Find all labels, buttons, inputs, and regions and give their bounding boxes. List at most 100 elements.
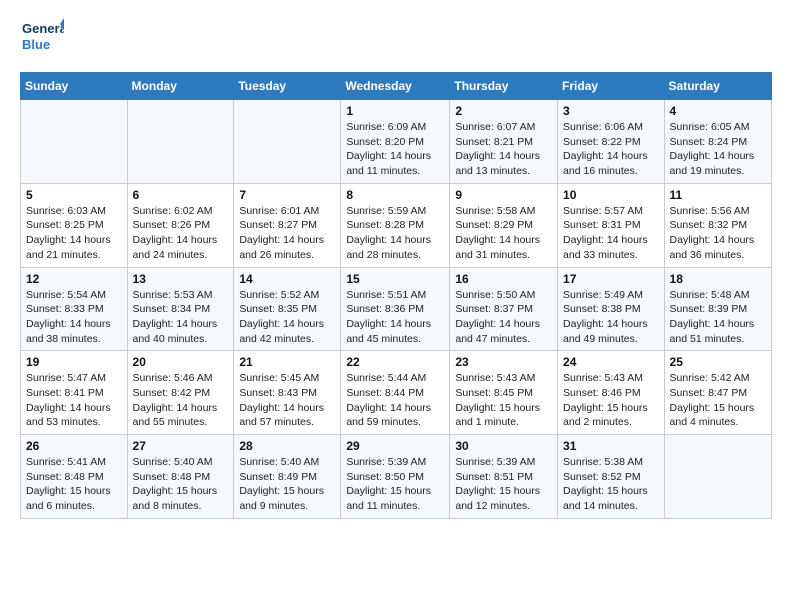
day-cell: 23 Sunrise: 5:43 AMSunset: 8:45 PMDayligh… <box>450 351 558 435</box>
day-cell: 19 Sunrise: 5:47 AMSunset: 8:41 PMDayligh… <box>21 351 128 435</box>
col-header-tuesday: Tuesday <box>234 73 341 100</box>
day-number: 17 <box>563 272 659 286</box>
day-cell: 28 Sunrise: 5:40 AMSunset: 8:49 PMDayligh… <box>234 435 341 519</box>
day-cell: 25 Sunrise: 5:42 AMSunset: 8:47 PMDayligh… <box>664 351 771 435</box>
day-cell: 16Sunrise: 5:50 AMSunset: 8:37 PMDayligh… <box>450 267 558 351</box>
logo-svg: General Blue <box>20 16 64 60</box>
day-cell: 21 Sunrise: 5:45 AMSunset: 8:43 PMDayligh… <box>234 351 341 435</box>
col-header-friday: Friday <box>558 73 665 100</box>
day-cell: 2 Sunrise: 6:07 AMSunset: 8:21 PMDaylight… <box>450 100 558 184</box>
day-info: Sunrise: 5:41 AMSunset: 8:48 PMDaylight:… <box>26 455 122 514</box>
day-info: Sunrise: 6:03 AMSunset: 8:25 PMDaylight:… <box>26 204 122 263</box>
day-number: 31 <box>563 439 659 453</box>
day-cell: 1Sunrise: 6:09 AMSunset: 8:20 PMDaylight… <box>341 100 450 184</box>
day-cell: 10 Sunrise: 5:57 AMSunset: 8:31 PMDayligh… <box>558 183 665 267</box>
day-number: 1 <box>346 104 444 118</box>
col-header-sunday: Sunday <box>21 73 128 100</box>
day-cell <box>127 100 234 184</box>
day-number: 16 <box>455 272 552 286</box>
day-cell: 30 Sunrise: 5:39 AMSunset: 8:51 PMDayligh… <box>450 435 558 519</box>
day-number: 29 <box>346 439 444 453</box>
day-cell: 26 Sunrise: 5:41 AMSunset: 8:48 PMDayligh… <box>21 435 128 519</box>
day-cell <box>234 100 341 184</box>
day-cell: 22 Sunrise: 5:44 AMSunset: 8:44 PMDayligh… <box>341 351 450 435</box>
day-number: 14 <box>239 272 335 286</box>
day-info: Sunrise: 5:51 AMSunset: 8:36 PMDaylight:… <box>346 288 444 347</box>
day-number: 8 <box>346 188 444 202</box>
day-cell: 12 Sunrise: 5:54 AMSunset: 8:33 PMDayligh… <box>21 267 128 351</box>
day-number: 6 <box>133 188 229 202</box>
col-header-monday: Monday <box>127 73 234 100</box>
day-cell: 18Sunrise: 5:48 AMSunset: 8:39 PMDayligh… <box>664 267 771 351</box>
day-number: 5 <box>26 188 122 202</box>
header-row: SundayMondayTuesdayWednesdayThursdayFrid… <box>21 73 772 100</box>
day-info: Sunrise: 5:39 AMSunset: 8:51 PMDaylight:… <box>455 455 552 514</box>
day-cell: 11Sunrise: 5:56 AMSunset: 8:32 PMDayligh… <box>664 183 771 267</box>
day-number: 7 <box>239 188 335 202</box>
day-number: 25 <box>670 355 766 369</box>
day-cell: 7Sunrise: 6:01 AMSunset: 8:27 PMDaylight… <box>234 183 341 267</box>
day-number: 23 <box>455 355 552 369</box>
day-info: Sunrise: 5:43 AMSunset: 8:45 PMDaylight:… <box>455 371 552 430</box>
day-cell: 6 Sunrise: 6:02 AMSunset: 8:26 PMDaylight… <box>127 183 234 267</box>
col-header-wednesday: Wednesday <box>341 73 450 100</box>
day-cell: 27 Sunrise: 5:40 AMSunset: 8:48 PMDayligh… <box>127 435 234 519</box>
day-number: 10 <box>563 188 659 202</box>
day-cell: 8 Sunrise: 5:59 AMSunset: 8:28 PMDaylight… <box>341 183 450 267</box>
day-info: Sunrise: 6:07 AMSunset: 8:21 PMDaylight:… <box>455 120 552 179</box>
day-number: 28 <box>239 439 335 453</box>
day-cell: 13Sunrise: 5:53 AMSunset: 8:34 PMDayligh… <box>127 267 234 351</box>
logo: General Blue <box>20 16 64 60</box>
day-info: Sunrise: 5:59 AMSunset: 8:28 PMDaylight:… <box>346 204 444 263</box>
day-number: 20 <box>133 355 229 369</box>
svg-text:General: General <box>22 21 64 36</box>
day-cell: 15 Sunrise: 5:51 AMSunset: 8:36 PMDayligh… <box>341 267 450 351</box>
day-info: Sunrise: 5:54 AMSunset: 8:33 PMDaylight:… <box>26 288 122 347</box>
day-number: 3 <box>563 104 659 118</box>
day-number: 2 <box>455 104 552 118</box>
day-number: 19 <box>26 355 122 369</box>
day-cell: 31 Sunrise: 5:38 AMSunset: 8:52 PMDayligh… <box>558 435 665 519</box>
day-cell: 4 Sunrise: 6:05 AMSunset: 8:24 PMDaylight… <box>664 100 771 184</box>
day-info: Sunrise: 5:48 AMSunset: 8:39 PMDaylight:… <box>670 288 766 347</box>
day-cell <box>664 435 771 519</box>
day-cell: 29 Sunrise: 5:39 AMSunset: 8:50 PMDayligh… <box>341 435 450 519</box>
day-info: Sunrise: 5:47 AMSunset: 8:41 PMDaylight:… <box>26 371 122 430</box>
week-row-1: 1Sunrise: 6:09 AMSunset: 8:20 PMDaylight… <box>21 100 772 184</box>
day-number: 27 <box>133 439 229 453</box>
day-number: 24 <box>563 355 659 369</box>
day-number: 4 <box>670 104 766 118</box>
day-info: Sunrise: 6:05 AMSunset: 8:24 PMDaylight:… <box>670 120 766 179</box>
day-number: 21 <box>239 355 335 369</box>
day-cell: 3Sunrise: 6:06 AMSunset: 8:22 PMDaylight… <box>558 100 665 184</box>
day-number: 26 <box>26 439 122 453</box>
svg-text:Blue: Blue <box>22 37 50 52</box>
day-cell: 14Sunrise: 5:52 AMSunset: 8:35 PMDayligh… <box>234 267 341 351</box>
calendar-table: SundayMondayTuesdayWednesdayThursdayFrid… <box>20 72 772 519</box>
day-info: Sunrise: 5:43 AMSunset: 8:46 PMDaylight:… <box>563 371 659 430</box>
day-info: Sunrise: 6:02 AMSunset: 8:26 PMDaylight:… <box>133 204 229 263</box>
day-info: Sunrise: 5:56 AMSunset: 8:32 PMDaylight:… <box>670 204 766 263</box>
day-info: Sunrise: 5:42 AMSunset: 8:47 PMDaylight:… <box>670 371 766 430</box>
day-info: Sunrise: 5:40 AMSunset: 8:49 PMDaylight:… <box>239 455 335 514</box>
day-cell: 20Sunrise: 5:46 AMSunset: 8:42 PMDayligh… <box>127 351 234 435</box>
day-cell: 9Sunrise: 5:58 AMSunset: 8:29 PMDaylight… <box>450 183 558 267</box>
day-info: Sunrise: 5:57 AMSunset: 8:31 PMDaylight:… <box>563 204 659 263</box>
page-header: General Blue <box>20 16 772 60</box>
day-info: Sunrise: 5:39 AMSunset: 8:50 PMDaylight:… <box>346 455 444 514</box>
day-cell <box>21 100 128 184</box>
day-info: Sunrise: 5:45 AMSunset: 8:43 PMDaylight:… <box>239 371 335 430</box>
week-row-2: 5 Sunrise: 6:03 AMSunset: 8:25 PMDaylight… <box>21 183 772 267</box>
day-number: 30 <box>455 439 552 453</box>
day-info: Sunrise: 5:44 AMSunset: 8:44 PMDaylight:… <box>346 371 444 430</box>
day-info: Sunrise: 5:38 AMSunset: 8:52 PMDaylight:… <box>563 455 659 514</box>
day-info: Sunrise: 5:40 AMSunset: 8:48 PMDaylight:… <box>133 455 229 514</box>
day-cell: 5 Sunrise: 6:03 AMSunset: 8:25 PMDaylight… <box>21 183 128 267</box>
day-number: 12 <box>26 272 122 286</box>
day-number: 15 <box>346 272 444 286</box>
week-row-3: 12 Sunrise: 5:54 AMSunset: 8:33 PMDayligh… <box>21 267 772 351</box>
week-row-4: 19 Sunrise: 5:47 AMSunset: 8:41 PMDayligh… <box>21 351 772 435</box>
day-cell: 17Sunrise: 5:49 AMSunset: 8:38 PMDayligh… <box>558 267 665 351</box>
day-number: 22 <box>346 355 444 369</box>
day-info: Sunrise: 5:58 AMSunset: 8:29 PMDaylight:… <box>455 204 552 263</box>
